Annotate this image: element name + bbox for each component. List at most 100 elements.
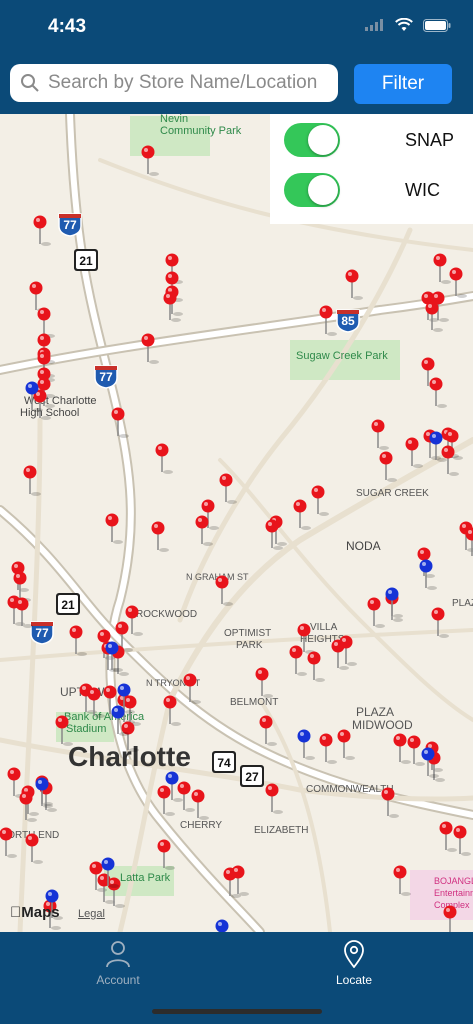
map-label: ELIZABETH	[254, 825, 308, 836]
map-label: Sugaw Creek Park	[296, 350, 388, 362]
legal-link[interactable]: Legal	[78, 908, 105, 920]
tab-locate-label: Locate	[335, 973, 373, 987]
map-label: PLAZA	[452, 598, 473, 609]
interstate-shield: 77	[58, 213, 82, 237]
search-input[interactable]	[46, 71, 330, 95]
maps-brand-text: Maps	[10, 904, 59, 921]
us-route-shield: 27	[240, 765, 264, 787]
home-indicator	[152, 1009, 322, 1014]
us-route-shield: 21	[74, 249, 98, 271]
map-label: BELMONT	[230, 697, 278, 708]
snap-store-pin[interactable]	[255, 667, 274, 699]
snap-store-pin[interactable]	[231, 865, 250, 897]
shield-number: 21	[79, 254, 93, 268]
us-route-shield: 74	[212, 751, 236, 773]
snap-store-pin[interactable]	[105, 513, 124, 545]
search-header: Filter	[0, 56, 473, 114]
snap-store-pin[interactable]	[307, 651, 326, 683]
cellular-signal-icon	[365, 19, 383, 31]
map-label: Charlotte	[68, 741, 191, 772]
status-time: 4:43	[48, 16, 87, 37]
map-pins[interactable]	[0, 145, 473, 933]
snap-store-pin[interactable]	[371, 419, 390, 451]
interstate-shield: 85	[336, 309, 360, 333]
snap-store-pin[interactable]	[157, 839, 176, 871]
map-label: Entertainment	[434, 888, 473, 898]
location-pin-icon	[344, 940, 364, 969]
map-label: PARK	[236, 640, 263, 651]
map-label: ROCKWOOD	[136, 609, 197, 620]
shield-number: 74	[217, 756, 231, 770]
map-canvas[interactable]: NevinCommunity ParkSugaw Creek ParkWest …	[0, 114, 473, 932]
snap-store-pin[interactable]	[191, 789, 210, 821]
snap-store-pin[interactable]	[29, 281, 48, 313]
map-label: OPTIMIST	[224, 628, 271, 639]
snap-store-pin[interactable]	[293, 499, 312, 531]
map-label: Nevin	[160, 114, 188, 125]
shield-number: 77	[63, 218, 77, 232]
map-label: CHERRY	[180, 820, 222, 831]
snap-store-pin[interactable]	[393, 733, 412, 765]
apple-logo-icon: 	[10, 904, 21, 921]
snap-toggle[interactable]	[284, 123, 340, 157]
snap-label: SNAP	[405, 129, 455, 150]
snap-store-pin[interactable]	[405, 437, 424, 469]
map-label: Stadium	[66, 723, 106, 735]
program-toggles-panel: SNAP WIC	[270, 114, 473, 224]
map-label: BOJANGLES	[434, 876, 473, 886]
map-label: Latta Park	[120, 872, 171, 884]
snap-store-pin[interactable]	[379, 451, 398, 483]
snap-store-pin[interactable]	[453, 825, 472, 857]
map-label: Community Park	[160, 125, 242, 137]
person-icon	[106, 941, 130, 968]
wic-toggle[interactable]	[284, 173, 340, 207]
snap-store-pin[interactable]	[155, 443, 174, 475]
shield-number: 77	[35, 626, 49, 640]
shield-number: 21	[61, 598, 75, 612]
status-bar: 4:43	[0, 0, 473, 56]
snap-store-pin[interactable]	[439, 821, 458, 853]
snap-store-pin[interactable]	[37, 307, 56, 339]
map-label: SUGAR CREEK	[356, 488, 429, 499]
status-icons	[365, 18, 451, 32]
snap-store-pin[interactable]	[429, 377, 448, 409]
shield-number: 85	[341, 314, 355, 328]
shield-number: 27	[245, 770, 259, 784]
interstate-shield: 77	[94, 365, 118, 389]
snap-store-pin[interactable]	[433, 253, 452, 285]
wic-label: WIC	[405, 179, 440, 200]
wic-store-pin[interactable]	[215, 919, 234, 933]
snap-toggle-row: SNAP	[284, 120, 464, 160]
map-label: COMMONWEALTH	[306, 784, 394, 795]
wic-store-pin[interactable]	[297, 729, 316, 761]
snap-store-pin[interactable]	[393, 865, 412, 897]
snap-store-pin[interactable]	[311, 485, 330, 517]
tab-account[interactable]: Account	[58, 940, 178, 987]
map-label: PLAZA	[356, 705, 394, 719]
snap-store-pin[interactable]	[151, 521, 170, 553]
search-bar[interactable]	[10, 64, 338, 102]
apple-maps-logo: Maps	[10, 904, 60, 921]
shield-number: 77	[99, 370, 113, 384]
us-route-shield: 21	[56, 593, 80, 615]
map-label: VILLA	[310, 622, 338, 633]
filter-button[interactable]: Filter	[354, 64, 452, 104]
wifi-icon	[395, 18, 413, 31]
snap-store-pin[interactable]	[337, 729, 356, 761]
snap-store-pin[interactable]	[319, 733, 338, 765]
map-roads	[0, 114, 473, 932]
tab-locate[interactable]: Locate	[294, 940, 414, 987]
battery-icon	[423, 18, 451, 32]
tab-account-label: Account	[96, 973, 140, 987]
snap-store-pin[interactable]	[195, 515, 214, 547]
search-icon	[21, 74, 39, 92]
map-label: NODA	[346, 539, 381, 553]
interstate-shield: 77	[30, 621, 54, 645]
map-view[interactable]: Nevin Community Park Sugaw Creek Park West …	[0, 114, 473, 932]
snap-store-pin[interactable]	[345, 269, 364, 301]
wic-toggle-knob	[308, 175, 338, 205]
map-label: MIDWOOD	[352, 718, 413, 732]
snap-store-pin[interactable]	[33, 215, 52, 247]
snap-store-pin[interactable]	[367, 597, 386, 629]
wic-toggle-row: WIC	[284, 170, 464, 210]
